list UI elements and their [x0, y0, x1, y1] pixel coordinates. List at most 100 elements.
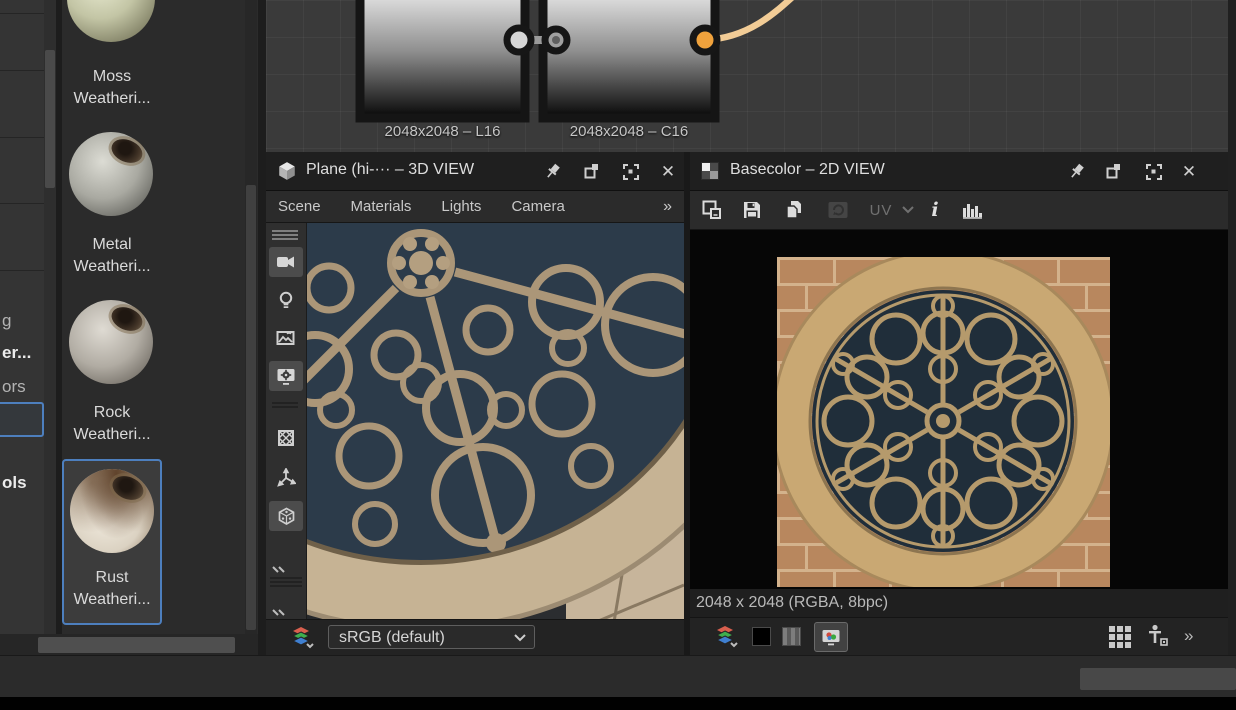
monitor-gear-icon	[276, 367, 296, 386]
material-label: RockWeatheri...	[66, 402, 158, 446]
view3d-viewport[interactable]	[266, 223, 684, 619]
checker-icon	[701, 162, 719, 180]
node-graph-panel[interactable]: 2048x2048 – L16 2048x2048 – C16	[266, 0, 1228, 152]
output-connector[interactable]	[507, 28, 531, 52]
info-button[interactable]: i	[924, 197, 946, 223]
shelf-scrollbar-thumb[interactable]	[246, 185, 256, 630]
view2d-bottombar: »	[690, 617, 1228, 655]
maximize-icon[interactable]	[1143, 161, 1163, 181]
close-icon[interactable]: ✕	[1179, 161, 1199, 181]
view3d-titlebar[interactable]: Plane (hi-··· – 3D VIEW ✕	[266, 152, 684, 191]
window-right-edge	[1228, 0, 1236, 655]
tree-row-divider	[0, 70, 44, 71]
save-button[interactable]	[738, 197, 766, 223]
library-tree-item[interactable]: g	[2, 311, 11, 331]
view2d-titlebar[interactable]: Basecolor – 2D VIEW ✕	[690, 152, 1228, 191]
library-tree-panel: g er... ors ols	[0, 0, 44, 634]
menu-lights[interactable]: Lights	[441, 198, 481, 215]
menu-overflow-chevron[interactable]: »	[663, 198, 672, 216]
environment-image-icon	[276, 329, 296, 347]
colorspace-layers-icon[interactable]	[290, 626, 316, 650]
collapsed-group-1[interactable]	[270, 564, 302, 590]
auto-refresh-button[interactable]	[824, 197, 852, 223]
colorspace-dropdown[interactable]: sRGB (default)	[328, 625, 535, 649]
substance-designer-window: 2048x2048 – L16 2048x2048 – C16 g er... …	[0, 0, 1236, 710]
output-connector-active[interactable]	[693, 28, 717, 52]
grid-icon	[1108, 625, 1132, 649]
tree-row-divider	[0, 137, 44, 138]
camera-view-button[interactable]	[269, 247, 303, 277]
node-uniform-grayscale[interactable]	[360, 0, 525, 118]
collapsed-group-2[interactable]	[270, 607, 302, 619]
shelf-hscrollbar-thumb[interactable]	[38, 637, 235, 653]
restore-icon[interactable]	[581, 161, 601, 181]
bottombar-overflow-chevron[interactable]: »	[1184, 627, 1193, 644]
library-tree-item[interactable]: er...	[2, 343, 31, 363]
panel-divider[interactable]	[258, 0, 266, 655]
transform-axis-button[interactable]	[269, 463, 303, 493]
new-view-button[interactable]	[698, 197, 726, 223]
library-tree-item[interactable]: ols	[2, 473, 27, 493]
tree-scrollbar-thumb[interactable]	[45, 50, 55, 188]
menu-materials[interactable]: Materials	[351, 198, 412, 215]
material-sphere-rock[interactable]	[69, 300, 153, 384]
mannequin-size-button[interactable]	[1146, 624, 1170, 650]
input-connector-dot	[552, 36, 560, 44]
pin-icon[interactable]	[1067, 161, 1087, 181]
view3d-toolbar	[266, 223, 307, 619]
menu-camera[interactable]: Camera	[511, 198, 564, 215]
tree-selected-item[interactable]	[0, 402, 44, 437]
tree-row-divider	[0, 270, 44, 271]
colorspace-value: sRGB (default)	[339, 629, 445, 646]
background-black-swatch[interactable]	[752, 627, 771, 646]
view2d-title: Basecolor – 2D VIEW	[730, 161, 885, 179]
restore-icon[interactable]	[1103, 161, 1123, 181]
geometry-button[interactable]	[269, 423, 303, 453]
viewport-3d-canvas[interactable]	[266, 223, 684, 619]
display-mode-button[interactable]	[814, 622, 848, 652]
colorspace-layers-icon[interactable]	[714, 625, 740, 649]
uv-label: UV	[870, 202, 893, 219]
axis-icon	[276, 468, 296, 488]
material-sphere-rust	[70, 469, 154, 553]
node-gradient-color[interactable]	[543, 0, 715, 118]
material-tile-rust-selected[interactable]: RustWeatheri...	[62, 459, 162, 625]
bottom-hscrollbar-thumb[interactable]	[1080, 668, 1236, 690]
material-sphere-metal[interactable]	[69, 132, 153, 216]
histogram-button[interactable]	[958, 197, 986, 223]
cube-icon	[277, 161, 297, 181]
material-sphere-moss[interactable]	[67, 0, 155, 42]
view3d-panel: Plane (hi-··· – 3D VIEW ✕ Scene	[266, 152, 684, 655]
light-button[interactable]	[269, 285, 303, 315]
tree-row-divider	[0, 203, 44, 204]
display-settings-button[interactable]	[269, 361, 303, 391]
toolbar-grip[interactable]	[272, 229, 298, 241]
menu-scene[interactable]: Scene	[278, 198, 321, 215]
cube-dots-icon	[277, 507, 296, 526]
copy-button[interactable]	[780, 197, 808, 223]
material-label: MetalWeatheri...	[66, 234, 158, 278]
mannequin-icon	[1146, 624, 1170, 650]
environment-button[interactable]	[269, 323, 303, 353]
view2d-panel: Basecolor – 2D VIEW ✕	[690, 152, 1228, 655]
refresh-image-icon	[827, 200, 849, 220]
uv-mode-dropdown[interactable]: UV	[866, 197, 918, 223]
mesh-select-button[interactable]	[269, 501, 303, 531]
node-size-label: 2048x2048 – L16	[360, 123, 525, 143]
pin-icon[interactable]	[543, 161, 563, 181]
info-icon: i	[931, 199, 938, 221]
basecolor-texture-image[interactable]	[777, 257, 1110, 587]
maximize-icon[interactable]	[620, 161, 640, 181]
tree-row-divider	[0, 13, 44, 14]
taskbar-black-strip	[0, 697, 1236, 710]
library-tree-item[interactable]: ors	[2, 377, 26, 397]
close-icon[interactable]: ✕	[658, 161, 678, 181]
background-checker-swatch[interactable]	[782, 627, 801, 646]
view2d-viewport[interactable]	[690, 230, 1228, 589]
tile-grid-button[interactable]	[1108, 625, 1132, 649]
view2d-toolbar: UV i	[690, 191, 1228, 230]
chevron-down-icon	[514, 634, 526, 642]
geometry-wireframe-icon	[277, 429, 295, 447]
image-status-text: 2048 x 2048 (RGBA, 8bpc)	[690, 589, 1228, 617]
histogram-icon	[961, 200, 983, 220]
